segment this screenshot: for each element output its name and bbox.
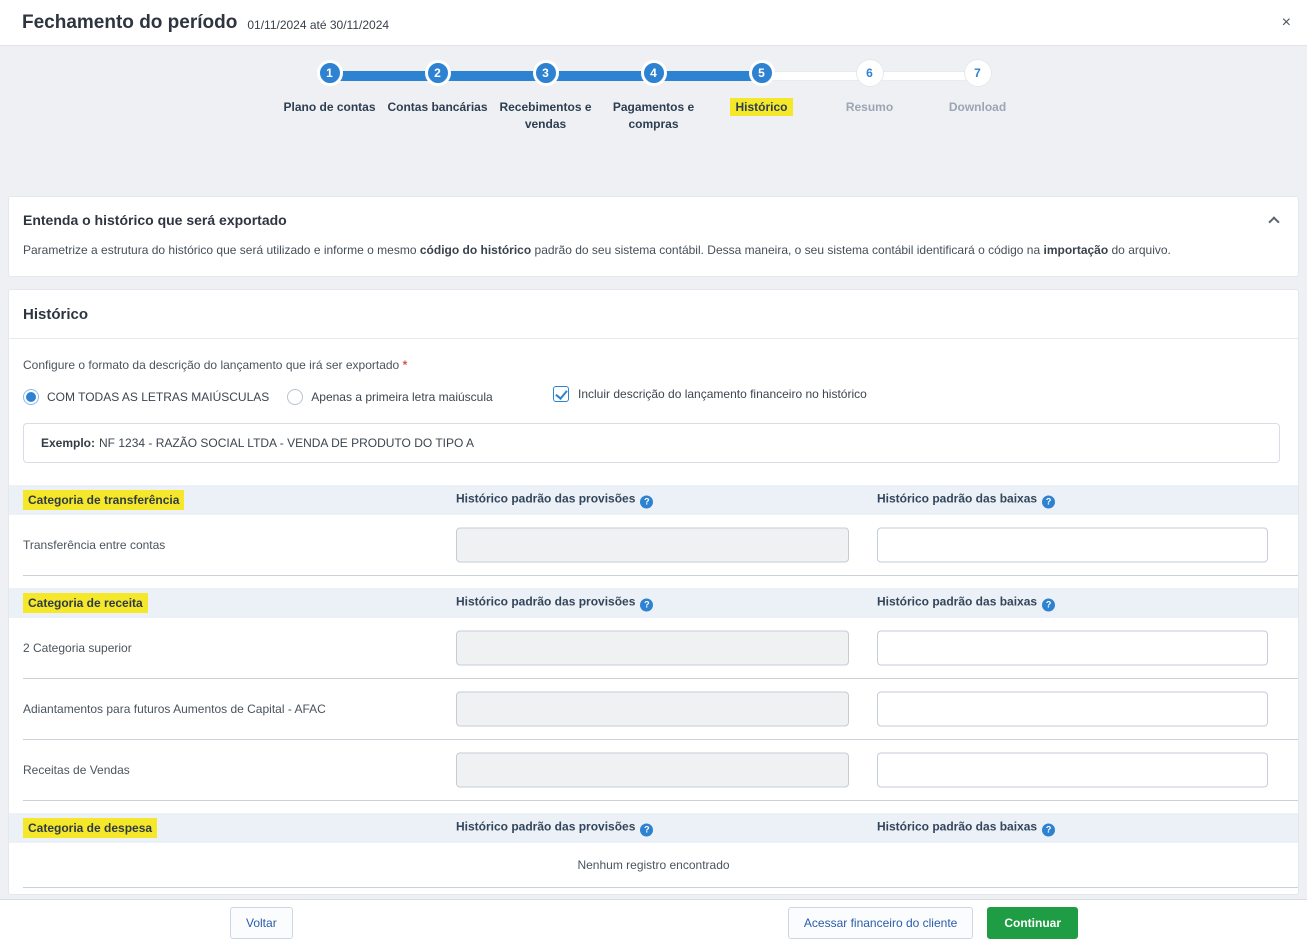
row-label: 2 Categoria superior (23, 641, 132, 655)
table-row: Adiantamentos para futuros Aumentos de C… (9, 679, 1298, 739)
step-number: 1 (317, 60, 343, 86)
divider (23, 887, 1298, 888)
step-number: 5 (749, 60, 775, 86)
category-title: Categoria de transferência (23, 490, 184, 510)
table-row: 2 Categoria superior (9, 618, 1298, 678)
step-label: Contas bancárias (387, 100, 487, 114)
radio-first-letter-uppercase[interactable]: Apenas a primeira letra maiúscula (287, 389, 492, 405)
section-header-receita: Categoria de receita Histórico padrão da… (9, 588, 1298, 618)
collapse-chevron-up-icon[interactable] (1268, 216, 1279, 227)
step-label: Resumo (846, 100, 893, 114)
back-button[interactable]: Voltar (230, 907, 293, 939)
help-icon[interactable]: ? (640, 598, 653, 611)
provisions-input (456, 752, 849, 787)
stepper-step-contas-bancarias[interactable]: 2 Contas bancárias (384, 60, 492, 134)
step-number: 2 (425, 60, 451, 86)
stepper-step-resumo[interactable]: 6 Resumo (816, 60, 924, 134)
help-icon[interactable]: ? (640, 823, 653, 836)
stepper-step-historico[interactable]: 5 Histórico (708, 60, 816, 134)
checkbox-label: Incluir descrição do lançamento financei… (578, 387, 867, 401)
stepper-step-pagamentos-e-compras[interactable]: 4 Pagamentos e compras (600, 60, 708, 134)
column-header-provisions: Histórico padrão das provisões (456, 819, 635, 833)
writeoffs-input[interactable] (877, 691, 1268, 726)
row-label: Transferência entre contas (23, 538, 165, 552)
example-label: Exemplo: (41, 436, 95, 450)
step-label: Plano de contas (283, 100, 375, 114)
step-label: Pagamentos e compras (613, 100, 694, 131)
example-box: Exemplo: NF 1234 - RAZÃO SOCIAL LTDA - V… (23, 423, 1280, 463)
step-number: 7 (965, 60, 991, 86)
help-icon[interactable]: ? (1042, 495, 1055, 508)
step-label: Recebimentos e vendas (499, 100, 591, 131)
wizard-stepper: 1 Plano de contas 2 Contas bancárias 3 R… (0, 60, 1307, 184)
access-client-finance-button[interactable]: Acessar financeiro do cliente (788, 907, 973, 939)
divider (23, 575, 1298, 576)
writeoffs-input[interactable] (877, 752, 1268, 787)
help-icon[interactable]: ? (640, 495, 653, 508)
table-row: Transferência entre contas (9, 515, 1298, 575)
step-number: 6 (857, 60, 883, 86)
continue-button[interactable]: Continuar (987, 907, 1078, 939)
example-text: NF 1234 - RAZÃO SOCIAL LTDA - VENDA DE P… (99, 436, 474, 450)
category-title: Categoria de despesa (23, 818, 157, 838)
section-header-transferencia: Categoria de transferência Histórico pad… (9, 485, 1298, 515)
config-label: Configure o formato da descrição do lanç… (9, 339, 1298, 372)
section-header-despesa: Categoria de despesa Histórico padrão da… (9, 813, 1298, 843)
stepper-step-download[interactable]: 7 Download (924, 60, 1032, 134)
column-header-writeoffs: Histórico padrão das baixas (877, 594, 1037, 608)
checkbox-checked-icon (553, 386, 569, 402)
row-label: Receitas de Vendas (23, 763, 130, 777)
writeoffs-input[interactable] (877, 527, 1268, 562)
table-row: Receitas de Vendas (9, 740, 1298, 800)
radio-unselected-icon (287, 389, 303, 405)
info-panel-description: Parametrize a estrutura do histórico que… (23, 242, 1284, 259)
help-icon[interactable]: ? (1042, 598, 1055, 611)
footer-actions: Voltar Acessar financeiro do cliente Con… (0, 899, 1307, 946)
historico-panel: Histórico Configure o formato da descriç… (8, 289, 1299, 895)
step-label: Download (949, 100, 1006, 114)
divider (23, 800, 1298, 801)
provisions-input (456, 691, 849, 726)
category-title: Categoria de receita (23, 593, 148, 613)
checkbox-include-description[interactable]: Incluir descrição do lançamento financei… (553, 386, 867, 402)
provisions-input (456, 527, 849, 562)
page-title: Fechamento do período (22, 12, 237, 34)
help-icon[interactable]: ? (1042, 823, 1055, 836)
radio-selected-icon (23, 389, 39, 405)
modal-header: Fechamento do período 01/11/2024 até 30/… (0, 0, 1307, 46)
column-header-writeoffs: Histórico padrão das baixas (877, 491, 1037, 505)
step-label-highlighted: Histórico (730, 98, 792, 116)
radio-all-uppercase[interactable]: COM TODAS AS LETRAS MAIÚSCULAS (23, 389, 269, 405)
column-header-provisions: Histórico padrão das provisões (456, 491, 635, 505)
period-range: 01/11/2024 até 30/11/2024 (247, 13, 389, 32)
empty-message: Nenhum registro encontrado (9, 843, 1298, 887)
column-header-writeoffs: Histórico padrão das baixas (877, 819, 1037, 833)
writeoffs-input[interactable] (877, 630, 1268, 665)
info-panel-title: Entenda o histórico que será exportado (23, 212, 287, 228)
step-number: 4 (641, 60, 667, 86)
provisions-input (456, 630, 849, 665)
stepper-step-plano-de-contas[interactable]: 1 Plano de contas (276, 60, 384, 134)
info-panel: Entenda o histórico que será exportado P… (8, 196, 1299, 277)
stepper-step-recebimentos-e-vendas[interactable]: 3 Recebimentos e vendas (492, 60, 600, 134)
required-asterisk: * (403, 358, 408, 372)
row-label: Adiantamentos para futuros Aumentos de C… (23, 702, 326, 716)
historico-section-title: Histórico (9, 290, 1298, 339)
radio-label: COM TODAS AS LETRAS MAIÚSCULAS (47, 390, 269, 404)
close-icon[interactable]: × (1282, 15, 1291, 31)
radio-label: Apenas a primeira letra maiúscula (311, 390, 492, 404)
step-number: 3 (533, 60, 559, 86)
column-header-provisions: Histórico padrão das provisões (456, 594, 635, 608)
